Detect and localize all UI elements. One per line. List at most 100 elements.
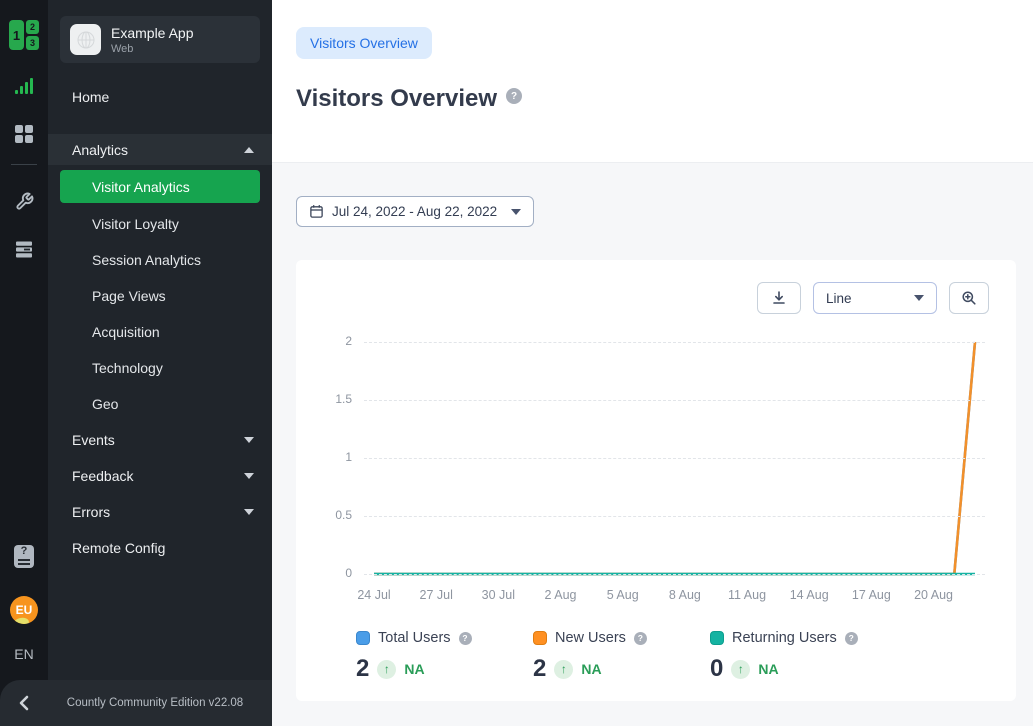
x-axis-tick-label: 20 Aug [914,588,953,602]
download-icon [771,290,787,306]
chart-toolbar: Line [296,260,1016,314]
bar-chart-icon [15,78,33,94]
chevron-down-icon [511,209,521,215]
countly-logo[interactable]: 1 2 3 [9,20,39,50]
trend-up-icon: ↑ [554,660,573,679]
zoom-button[interactable] [949,282,989,314]
sidebar-item-visitor-loyalty[interactable]: Visitor Loyalty [60,206,260,242]
server-icon [14,240,34,259]
chart-legend: Total Users ? 2 ↑ NA New Users ? [356,630,1016,683]
sidebar-group-analytics[interactable]: Analytics [48,134,272,165]
sidebar: Example App Web Home Analytics Visitor A… [48,0,272,726]
chart-type-value: Line [826,291,852,306]
y-axis-tick-label: 1 [296,450,352,464]
total-users-swatch [356,631,370,645]
rail-divider [11,164,37,165]
chart-type-select[interactable]: Line [813,282,937,314]
chart-card: Line 24 Jul27 Jul30 Jul2 Aug5 Aug8 Aug11… [296,260,1016,701]
legend-item-new-users[interactable]: New Users ? 2 ↑ NA [533,630,710,683]
chevron-up-icon [244,147,254,153]
y-axis-tick-label: 2 [296,334,352,348]
sidebar-item-technology[interactable]: Technology [60,350,260,386]
sidebar-item-remote-config[interactable]: Remote Config [48,530,272,566]
gridline [364,342,985,343]
help-icon[interactable]: ? [845,632,858,645]
icon-rail: 1 2 3 ? EU EN [0,0,48,726]
trend-up-icon: ↑ [377,660,396,679]
sidebar-item-session-analytics[interactable]: Session Analytics [60,242,260,278]
new-users-change: NA [581,661,601,677]
zoom-in-icon [961,290,977,306]
gridline [364,458,985,459]
grid-icon [15,125,33,143]
new-users-value: 2 [533,655,546,683]
gridline [364,516,985,517]
legend-item-returning-users[interactable]: Returning Users ? 0 ↑ NA [710,630,887,683]
legend-item-total-users[interactable]: Total Users ? 2 ↑ NA [356,630,533,683]
sidebar-group-feedback[interactable]: Feedback [48,458,272,494]
trend-up-icon: ↑ [731,660,750,679]
sidebar-item-geo[interactable]: Geo [60,386,260,422]
x-axis-tick-label: 30 Jul [482,588,515,602]
total-users-value: 2 [356,655,369,683]
collapse-sidebar-button[interactable] [0,680,48,726]
x-axis-tick-label: 5 Aug [607,588,639,602]
app-type: Web [111,43,194,55]
management-rail-icon[interactable] [12,189,36,213]
app-name: Example App [111,25,194,41]
app-selector[interactable]: Example App Web [60,16,260,63]
x-axis-tick-label: 27 Jul [419,588,452,602]
download-button[interactable] [757,282,801,314]
x-axis-tick-label: 2 Aug [545,588,577,602]
data-manager-rail-icon[interactable] [12,237,36,261]
returning-users-swatch [710,631,724,645]
returning-users-value: 0 [710,655,723,683]
plot-area [364,342,985,574]
x-axis-tick-label: 11 Aug [728,588,766,602]
new-users-swatch [533,631,547,645]
date-range-value: Jul 24, 2022 - Aug 22, 2022 [332,204,497,219]
sidebar-item-visitor-analytics[interactable]: Visitor Analytics [60,170,260,203]
y-axis-tick-label: 0 [296,566,352,580]
main-content: Visitors Overview Visitors Overview ? Ju… [272,0,1033,726]
gridline [364,574,985,575]
help-icon[interactable]: ? [459,632,472,645]
region-badge[interactable]: EU [10,596,38,624]
y-axis-tick-label: 1.5 [296,392,352,406]
chevron-down-icon [914,295,924,301]
logo-tile-1: 1 [9,20,24,50]
sidebar-group-events[interactable]: Events [48,422,272,458]
chevron-down-icon [244,473,254,479]
x-axis: 24 Jul27 Jul30 Jul2 Aug5 Aug8 Aug11 Aug1… [364,582,985,604]
line-chart[interactable]: 24 Jul 27 Jul 30 Jul 2 Aug 5 Aug 8 Aug 11 Aug 1… [296,342,1016,604]
page-title: Visitors Overview [296,86,497,112]
x-axis-tick-label: 24 Jul [357,588,390,602]
returning-users-change: NA [758,661,778,677]
y-axis-tick-label: 0.5 [296,508,352,522]
logo-tile-3: 3 [26,36,39,50]
help-icon[interactable]: ? [634,632,647,645]
x-axis-tick-label: 8 Aug [669,588,701,602]
tab-visitors-overview[interactable]: Visitors Overview [296,27,432,59]
page-header: Visitors Overview Visitors Overview ? [272,0,1033,163]
chevron-down-icon [244,509,254,515]
help-icon[interactable]: ? [506,88,522,104]
content-area: Jul 24, 2022 - Aug 22, 2022 Line [272,163,1033,701]
analytics-rail-icon[interactable] [12,74,36,98]
sidebar-item-home[interactable]: Home [48,79,272,115]
wrench-icon [15,192,34,211]
chevron-left-icon [17,694,31,712]
sidebar-item-acquisition[interactable]: Acquisition [60,314,260,350]
chevron-down-icon [244,437,254,443]
feedback-help-icon[interactable]: ? [14,545,34,568]
x-axis-tick-label: 14 Aug [790,588,829,602]
sidebar-bottom-bar: Countly Community Edition v22.08 [0,680,272,726]
date-range-picker[interactable]: Jul 24, 2022 - Aug 22, 2022 [296,196,534,227]
app-icon [70,24,101,55]
question-glyph: ? [21,545,28,557]
sidebar-item-page-views[interactable]: Page Views [60,278,260,314]
calendar-icon [309,204,324,219]
language-selector[interactable]: EN [14,646,33,662]
sidebar-group-errors[interactable]: Errors [48,494,272,530]
dashboards-rail-icon[interactable] [12,122,36,146]
